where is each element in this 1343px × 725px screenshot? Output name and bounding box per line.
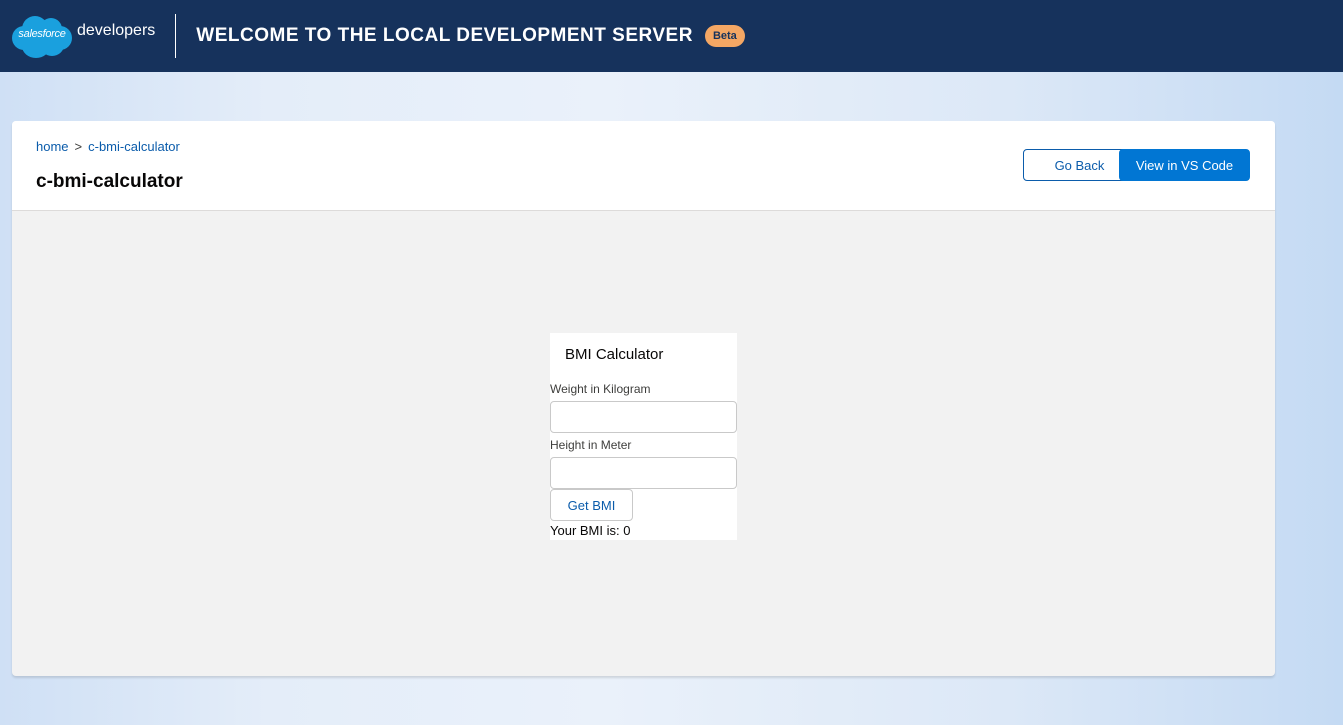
breadcrumb: home > c-bmi-calculator: [36, 139, 180, 154]
height-label: Height in Meter: [550, 438, 632, 452]
weight-label: Weight in Kilogram: [550, 382, 651, 396]
breadcrumb-current-link[interactable]: c-bmi-calculator: [88, 139, 180, 154]
component-preview-card: home > c-bmi-calculator c-bmi-calculator…: [12, 121, 1275, 676]
beta-badge: Beta: [704, 25, 745, 47]
logo-text: salesforce: [18, 28, 66, 40]
height-input[interactable]: [550, 457, 737, 489]
breadcrumb-separator: >: [74, 139, 83, 154]
header-title: Welcome to the Local Development Server: [196, 25, 693, 46]
salesforce-cloud-logo-icon: salesforce: [10, 14, 74, 58]
breadcrumb-home-link[interactable]: home: [36, 139, 69, 154]
salesforce-developers-logo[interactable]: salesforce developers: [10, 14, 155, 58]
top-header-bar: salesforce developers Welcome to the Loc…: [0, 0, 1343, 72]
view-in-vscode-button[interactable]: View in VS Code: [1119, 149, 1250, 181]
page-title: c-bmi-calculator: [36, 171, 183, 192]
bmi-calculator-title: BMI Calculator: [565, 346, 664, 363]
weight-input[interactable]: [550, 401, 737, 433]
bmi-calculator-widget: BMI Calculator Weight in Kilogram Height…: [550, 333, 737, 540]
bmi-result-text: Your BMI is: 0: [550, 523, 631, 538]
get-bmi-button[interactable]: Get BMI: [550, 489, 633, 521]
card-header: home > c-bmi-calculator c-bmi-calculator…: [12, 121, 1275, 211]
developers-label: developers: [77, 22, 156, 39]
header-divider: [175, 14, 177, 58]
